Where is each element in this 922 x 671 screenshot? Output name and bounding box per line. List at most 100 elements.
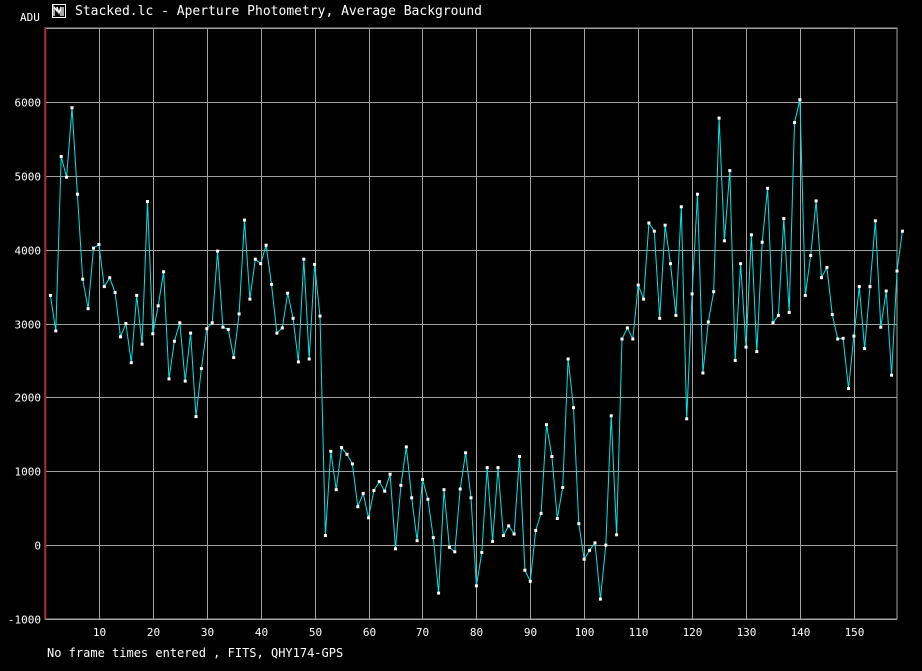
data-point: [674, 313, 678, 317]
data-point: [615, 533, 619, 537]
data-point: [706, 320, 710, 324]
data-point: [447, 545, 451, 549]
data-point: [647, 221, 651, 225]
data-point: [717, 116, 721, 120]
data-point: [841, 336, 845, 340]
x-tick-label: 100: [575, 626, 595, 639]
data-point: [588, 548, 592, 552]
data-point: [383, 489, 387, 493]
data-point: [156, 304, 160, 308]
data-point: [598, 597, 602, 601]
x-tick-label: 130: [737, 626, 757, 639]
data-point: [426, 497, 430, 501]
data-point: [388, 472, 392, 476]
data-point: [329, 449, 333, 453]
data-point: [766, 186, 770, 190]
data-point: [696, 192, 699, 196]
data-point: [555, 517, 559, 520]
data-point: [593, 541, 597, 545]
data-point: [146, 200, 149, 204]
data-point: [313, 262, 317, 266]
data-point: [728, 169, 732, 173]
data-point: [54, 329, 58, 333]
data-point: [625, 326, 629, 330]
data-point: [890, 373, 894, 377]
data-point: [863, 347, 867, 351]
data-point: [852, 334, 856, 338]
data-point: [334, 488, 338, 492]
data-point: [367, 516, 370, 520]
data-point: [496, 466, 500, 470]
data-point: [199, 367, 203, 371]
data-point: [221, 325, 225, 329]
data-point: [205, 327, 209, 331]
data-point: [604, 543, 608, 547]
data-point: [259, 262, 263, 266]
data-point: [119, 335, 122, 339]
data-point: [798, 98, 802, 102]
data-point: [550, 455, 554, 458]
data-point: [464, 451, 468, 455]
data-point: [97, 243, 101, 246]
y-tick-label: 5000: [15, 171, 42, 184]
data-point: [323, 534, 327, 537]
data-point: [167, 377, 171, 381]
data-point: [545, 423, 548, 427]
data-point: [302, 257, 306, 261]
data-point: [539, 511, 543, 515]
data-point: [507, 524, 511, 528]
data-point: [75, 192, 79, 196]
data-point: [518, 455, 521, 458]
data-point: [776, 313, 780, 317]
data-point: [140, 342, 144, 346]
y-tick-label: 6000: [15, 97, 42, 110]
x-tick-label: 110: [629, 626, 649, 639]
data-point: [178, 321, 182, 325]
data-point: [216, 249, 220, 253]
data-point: [679, 205, 683, 209]
data-point: [453, 550, 457, 554]
grid: [44, 27, 898, 620]
data-point: [712, 290, 716, 294]
data-point: [410, 496, 414, 500]
data-point: [431, 536, 435, 540]
light-curve-chart: -1000 0 1000 2000 3000 4000 5000 6000 10 20 30 40 5…: [8, 27, 904, 639]
plot-frame: [44, 27, 898, 620]
data-point: [399, 483, 403, 487]
data-point: [48, 293, 52, 297]
data-point: [787, 310, 791, 314]
data-point: [377, 480, 381, 484]
data-point: [81, 277, 85, 281]
data-point: [733, 358, 737, 362]
data-point: [183, 379, 187, 383]
data-point: [92, 246, 95, 250]
data-point: [356, 505, 360, 509]
data-point: [636, 283, 640, 287]
data-point: [782, 217, 786, 221]
y-tick-label: 2000: [15, 392, 42, 405]
x-tick-label: 20: [147, 626, 160, 639]
data-point: [65, 175, 69, 179]
data-point: [350, 462, 354, 466]
data-point: [458, 487, 462, 491]
y-tick-labels: -1000 0 1000 2000 3000 4000 5000 6000: [8, 97, 41, 627]
data-point: [658, 316, 662, 320]
data-point: [270, 282, 273, 286]
data-point: [59, 155, 63, 158]
data-point: [528, 579, 532, 583]
data-point: [642, 297, 646, 301]
data-point: [836, 337, 840, 341]
data-point: [394, 547, 397, 551]
x-tick-label: 40: [255, 626, 268, 639]
data-point: [814, 199, 818, 203]
data-point: [194, 415, 198, 419]
data-point: [701, 371, 705, 375]
data-point: [825, 265, 829, 269]
y-tick-label: 3000: [15, 319, 42, 332]
data-point: [749, 233, 753, 237]
data-point: [895, 269, 899, 273]
data-point: [124, 322, 128, 325]
data-point: [280, 326, 284, 330]
data-point: [264, 243, 268, 247]
data-point: [275, 331, 279, 335]
